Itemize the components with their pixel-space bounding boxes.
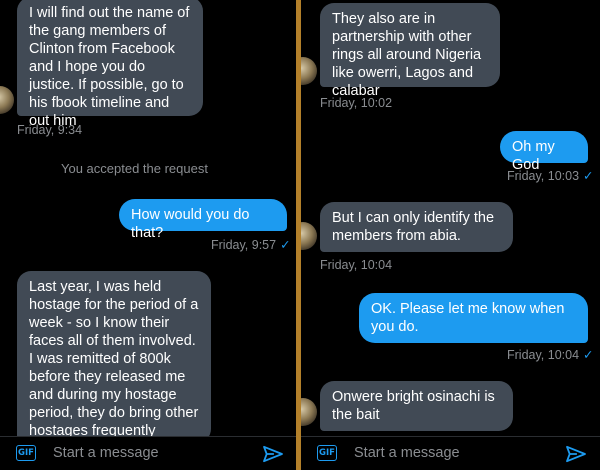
received-message-bubble: They also are in partnership with other … bbox=[320, 3, 500, 99]
gif-icon[interactable]: GIF bbox=[16, 445, 36, 461]
avatar[interactable] bbox=[0, 86, 14, 114]
message-text: OK. Please let me know when you do. bbox=[371, 301, 565, 335]
message-timestamp: Friday, 10:04 ✓ bbox=[507, 347, 594, 362]
message-timestamp: Friday, 9:34 bbox=[17, 123, 83, 137]
message-input[interactable] bbox=[354, 443, 534, 463]
timestamp-text: Friday, 10:03 bbox=[507, 169, 580, 183]
message-timestamp: Friday, 9:57 ✓ bbox=[211, 237, 291, 252]
message-text: Onwere bright osinachi is the bait bbox=[332, 389, 495, 423]
message-timestamp: Friday, 10:03 ✓ bbox=[507, 168, 594, 183]
message-text: I will find out the name of the gang mem… bbox=[29, 5, 190, 129]
timestamp-text: Friday, 10:04 bbox=[507, 348, 580, 362]
message-input[interactable] bbox=[53, 443, 233, 463]
message-text: How would you do that? bbox=[131, 207, 250, 241]
message-text: Last year, I was held hostage for the pe… bbox=[29, 279, 199, 439]
timestamp-text: Friday, 9:57 bbox=[211, 238, 277, 252]
received-message-bubble: Last year, I was held hostage for the pe… bbox=[17, 271, 211, 443]
sent-message-bubble: OK. Please let me know when you do. bbox=[359, 293, 588, 343]
conversation-panel-right: They also are in partnership with other … bbox=[301, 0, 600, 470]
send-icon[interactable] bbox=[565, 445, 587, 463]
conversation-panel-left: I will find out the name of the gang mem… bbox=[0, 0, 296, 470]
send-icon[interactable] bbox=[262, 445, 284, 463]
message-timestamp: Friday, 10:02 bbox=[320, 96, 393, 110]
message-composer: GIF bbox=[301, 436, 600, 470]
received-message-bubble: Onwere bright osinachi is the bait bbox=[320, 381, 513, 431]
avatar[interactable] bbox=[301, 222, 317, 250]
message-composer: GIF bbox=[0, 436, 296, 470]
gif-icon[interactable]: GIF bbox=[317, 445, 337, 461]
received-message-bubble: I will find out the name of the gang mem… bbox=[17, 0, 203, 129]
read-check-icon: ✓ bbox=[583, 348, 594, 362]
read-check-icon: ✓ bbox=[583, 169, 594, 183]
system-note: You accepted the request bbox=[61, 161, 208, 176]
avatar[interactable] bbox=[301, 398, 317, 426]
message-timestamp: Friday, 10:04 bbox=[320, 258, 393, 272]
read-check-icon: ✓ bbox=[280, 238, 291, 252]
sent-message-bubble: How would you do that? bbox=[119, 199, 287, 241]
message-text: They also are in partnership with other … bbox=[332, 11, 482, 99]
message-text: But I can only identify the members from… bbox=[332, 210, 495, 244]
received-message-bubble: But I can only identify the members from… bbox=[320, 202, 513, 252]
sent-message-bubble: Oh my God bbox=[500, 131, 588, 173]
avatar[interactable] bbox=[301, 57, 317, 85]
